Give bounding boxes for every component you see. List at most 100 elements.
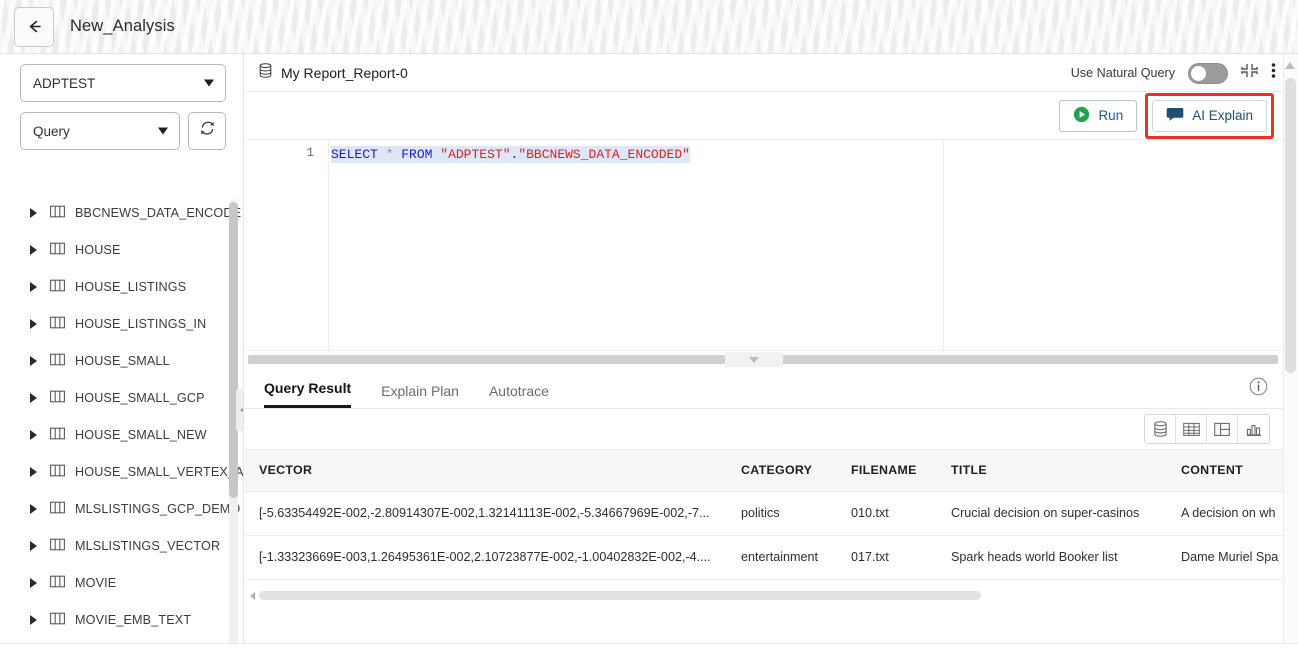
list-item[interactable]: HOUSE_LISTINGS_IN xyxy=(0,305,244,342)
schema-select[interactable]: ADPTEST xyxy=(20,64,226,102)
tab-autotrace[interactable]: Autotrace xyxy=(489,383,549,408)
column-header-content[interactable]: CONTENT xyxy=(1167,450,1298,491)
collapse-icon xyxy=(1241,62,1258,84)
column-header-vector[interactable]: VECTOR xyxy=(245,450,727,491)
play-circle-icon xyxy=(1073,106,1090,126)
chevron-right-icon[interactable] xyxy=(30,615,37,625)
cell-vector[interactable]: [-1.33323669E-003,1.26495361E-002,2.1072… xyxy=(245,535,727,579)
page-title: New_Analysis xyxy=(70,17,175,36)
list-item[interactable]: HOUSE_LISTINGS xyxy=(0,268,244,305)
more-options-button[interactable] xyxy=(1271,62,1276,84)
list-item[interactable]: MLSLISTINGS_VECTOR xyxy=(0,527,244,564)
table-row[interactable]: [-5.63354492E-002,-2.80914307E-002,1.321… xyxy=(245,491,1298,535)
results-horizontal-scrollbar[interactable] xyxy=(245,587,1298,604)
list-item[interactable]: MOVIE xyxy=(0,564,244,601)
chevron-right-icon[interactable] xyxy=(30,245,37,255)
chevron-down-icon xyxy=(749,357,759,363)
view-mode-group xyxy=(1144,414,1270,444)
application-window: New_Analysis ADPTEST Query xyxy=(0,0,1298,648)
refresh-icon xyxy=(198,119,217,143)
table-icon xyxy=(50,353,65,369)
sql-token-space1 xyxy=(378,147,386,162)
list-item-label: HOUSE_SMALL_VERTEX_A xyxy=(75,465,244,479)
chevron-right-icon[interactable] xyxy=(30,356,37,366)
scrollbar-thumb[interactable] xyxy=(259,591,981,600)
run-button[interactable]: Run xyxy=(1059,100,1137,132)
list-item[interactable]: MLSLISTINGS_GCP_DEMO xyxy=(0,490,244,527)
column-header-filename[interactable]: FILENAME xyxy=(837,450,937,491)
grid-view-icon[interactable] xyxy=(1176,415,1207,443)
page-scrollbar-thumb[interactable] xyxy=(1285,78,1296,373)
cell-content[interactable]: Dame Muriel Spa xyxy=(1167,535,1298,579)
scrollbar-track[interactable] xyxy=(259,591,1284,600)
chevron-right-icon[interactable] xyxy=(30,578,37,588)
cell-content[interactable]: A decision on wh xyxy=(1167,491,1298,535)
info-circle-icon[interactable] xyxy=(1249,377,1268,401)
table-row[interactable]: [-1.33323669E-003,1.26495361E-002,2.1072… xyxy=(245,535,1298,579)
cell-vector[interactable]: [-5.63354492E-002,-2.80914307E-002,1.321… xyxy=(245,491,727,535)
object-type-value: Query xyxy=(33,124,70,139)
column-header-title[interactable]: TITLE xyxy=(937,450,1167,491)
chevron-right-icon[interactable] xyxy=(30,541,37,551)
list-item[interactable]: HOUSE xyxy=(0,231,244,268)
split-view-icon[interactable] xyxy=(1207,415,1238,443)
top-header: New_Analysis xyxy=(0,0,1298,54)
refresh-button[interactable] xyxy=(188,112,226,150)
toggle-knob xyxy=(1190,65,1207,82)
splitter-grip[interactable] xyxy=(725,352,783,367)
database-icon xyxy=(259,63,272,83)
chat-bubble-icon xyxy=(1166,107,1184,125)
horizontal-splitter[interactable] xyxy=(245,350,1298,368)
sql-editor[interactable]: 1 SELECT * FROM "ADPTEST"."BBCNEWS_DATA_… xyxy=(245,139,1298,350)
bottom-strip xyxy=(0,643,1298,648)
column-header-category[interactable]: CATEGORY xyxy=(727,450,837,491)
list-item[interactable]: HOUSE_SMALL xyxy=(0,342,244,379)
cell-title[interactable]: Spark heads world Booker list xyxy=(937,535,1167,579)
cell-title[interactable]: Crucial decision on super-casinos xyxy=(937,491,1167,535)
cell-filename[interactable]: 017.txt xyxy=(837,535,937,579)
table-icon xyxy=(50,501,65,517)
sidebar-controls: ADPTEST Query xyxy=(0,54,243,150)
editor-gutter: 1 xyxy=(245,140,329,350)
report-header-actions: Use Natural Query xyxy=(1071,54,1276,92)
chevron-right-icon[interactable] xyxy=(30,467,37,477)
list-item[interactable]: HOUSE_SMALL_NEW xyxy=(0,416,244,453)
ai-explain-button[interactable]: AI Explain xyxy=(1152,100,1267,132)
sidebar-collapse-handle[interactable] xyxy=(236,389,244,431)
cell-category[interactable]: politics xyxy=(727,491,837,535)
natural-query-toggle[interactable] xyxy=(1188,63,1228,84)
chevron-right-icon[interactable] xyxy=(30,504,37,514)
chart-view-icon[interactable] xyxy=(1238,415,1269,443)
object-type-select[interactable]: Query xyxy=(20,112,180,150)
back-button[interactable] xyxy=(14,7,54,47)
list-item[interactable]: HOUSE_SMALL_VERTEX_A xyxy=(0,453,244,490)
list-item-label: MOVIE_EMB_TEXT xyxy=(75,613,191,627)
scroll-left-arrow[interactable] xyxy=(245,587,259,604)
results-table-container[interactable]: VECTOR CATEGORY FILENAME TITLE CONTENT [… xyxy=(245,449,1298,604)
line-number: 1 xyxy=(306,146,314,160)
results-tabs: Query Result Explain Plan Autotrace xyxy=(245,368,1298,409)
chevron-right-icon[interactable] xyxy=(30,393,37,403)
ai-explain-button-label: AI Explain xyxy=(1192,108,1253,123)
tab-query-result[interactable]: Query Result xyxy=(264,380,351,408)
list-item[interactable]: MOVIE_EMB_TEXT xyxy=(0,601,244,638)
list-item-label: HOUSE xyxy=(75,243,121,257)
main-panel: My Report_Report-0 Use Natural Query xyxy=(245,54,1298,648)
cell-filename[interactable]: 010.txt xyxy=(837,491,937,535)
list-item[interactable]: HOUSE_SMALL_GCP xyxy=(0,379,244,416)
sidebar-scrollbar-thumb[interactable] xyxy=(229,202,238,498)
tab-explain-plan[interactable]: Explain Plan xyxy=(381,383,459,408)
list-item[interactable]: BBCNEWS_DATA_ENCODE xyxy=(0,194,244,231)
object-list[interactable]: BBCNEWS_DATA_ENCODE HOUSE HOUSE_LISTINGS xyxy=(0,194,244,648)
chevron-right-icon[interactable] xyxy=(30,282,37,292)
cell-category[interactable]: entertainment xyxy=(727,535,837,579)
chevron-right-icon[interactable] xyxy=(30,208,37,218)
page-scroll-up-arrow[interactable] xyxy=(1285,62,1295,69)
chevron-left-icon xyxy=(240,406,245,414)
database-view-icon[interactable] xyxy=(1145,415,1176,443)
collapse-button[interactable] xyxy=(1241,62,1258,84)
chevron-right-icon[interactable] xyxy=(30,430,37,440)
table-header: VECTOR CATEGORY FILENAME TITLE CONTENT xyxy=(245,450,1298,491)
chevron-right-icon[interactable] xyxy=(30,319,37,329)
sql-code-line[interactable]: SELECT * FROM "ADPTEST"."BBCNEWS_DATA_EN… xyxy=(331,146,690,163)
